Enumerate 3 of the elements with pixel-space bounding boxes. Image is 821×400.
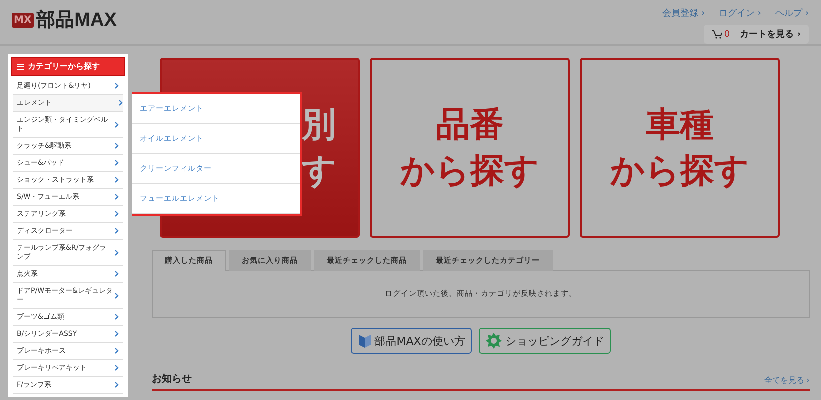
news-title: お知らせ	[152, 372, 192, 386]
sidebar-title: カテゴリーから探す	[28, 61, 100, 72]
logo-mark: MX	[12, 12, 34, 28]
